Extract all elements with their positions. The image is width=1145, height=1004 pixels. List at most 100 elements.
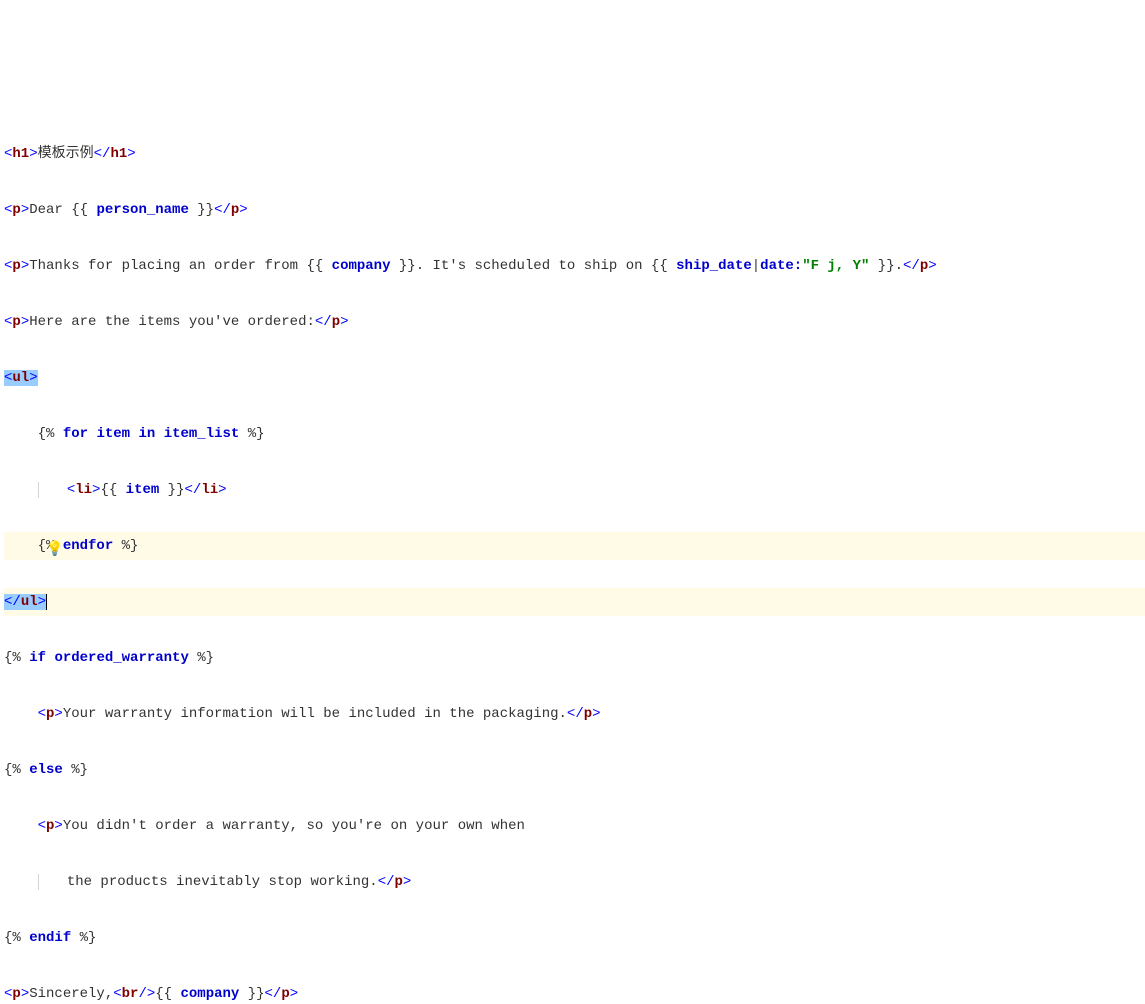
bracket: </ <box>265 986 282 1002</box>
code-line[interactable]: <li>{{ item }}</li> <box>4 476 1145 504</box>
tag-li-close: li <box>201 482 218 498</box>
bracket: </ <box>185 482 202 498</box>
keyword-if: if <box>29 650 46 666</box>
lightbulb-icon[interactable]: 💡 <box>46 536 63 564</box>
template-var: company <box>180 986 239 1002</box>
bracket: > <box>21 314 29 330</box>
tag-p-close: p <box>584 706 592 722</box>
tag-delim: %} <box>63 762 88 778</box>
bracket: </ <box>214 202 231 218</box>
code-line[interactable]: <p>Thanks for placing an order from {{ c… <box>4 252 1145 280</box>
keyword-endif: endif <box>29 930 71 946</box>
tag-delim: {% <box>38 426 63 442</box>
loop-list: item_list <box>164 426 240 442</box>
bracket: > <box>29 370 37 386</box>
text: Your warranty information will be includ… <box>63 706 567 722</box>
text: }}. <box>869 258 903 274</box>
text: Thanks for placing an order from {{ <box>29 258 331 274</box>
tag-p-close: p <box>920 258 928 274</box>
space <box>46 650 54 666</box>
text: Dear {{ <box>29 202 96 218</box>
template-var: person_name <box>96 202 188 218</box>
tag-p-open: p <box>12 314 20 330</box>
bracket: > <box>403 874 411 890</box>
bracket: </ <box>315 314 332 330</box>
bracket: </ <box>4 594 21 610</box>
code-line[interactable]: <p>You didn't order a warranty, so you'r… <box>4 812 1145 840</box>
code-line[interactable]: <p>Sincerely,<br/>{{ company }}</p> <box>4 980 1145 1004</box>
keyword-endfor: endfor <box>63 538 113 554</box>
bracket: </ <box>94 146 111 162</box>
tag-delim: %} <box>189 650 214 666</box>
keyword-for: for <box>63 426 88 442</box>
tag-delim: {% <box>4 650 29 666</box>
bracket: > <box>54 706 62 722</box>
tag-h1-open: h1 <box>12 146 29 162</box>
code-line[interactable]: the products inevitably stop working.</p… <box>4 868 1145 896</box>
code-line-current[interactable]: 💡 {% endfor %} <box>4 532 1145 560</box>
code-editor[interactable]: <h1>模板示例</h1> <p>Dear {{ person_name }}<… <box>0 112 1145 1004</box>
tag-p-open: p <box>12 258 20 274</box>
bracket: < <box>38 706 46 722</box>
tag-delim: {% <box>4 762 29 778</box>
tag-p-close: p <box>281 986 289 1002</box>
bracket: > <box>21 202 29 218</box>
text: {{ <box>155 986 180 1002</box>
text: }}. It's scheduled to ship on {{ <box>390 258 676 274</box>
tag-delim: %} <box>113 538 138 554</box>
bracket: > <box>340 314 348 330</box>
bracket: </ <box>567 706 584 722</box>
bracket: > <box>38 594 47 610</box>
text: {{ <box>100 482 125 498</box>
bracket: < <box>4 986 12 1002</box>
tag-p-open: p <box>46 818 54 834</box>
template-var: item <box>126 482 160 498</box>
bracket: > <box>592 706 600 722</box>
template-filter: date: <box>760 258 802 274</box>
loop-var: item <box>96 426 130 442</box>
heading-text: 模板示例 <box>38 146 94 162</box>
code-line[interactable]: {% if ordered_warranty %} <box>4 644 1145 672</box>
bracket: > <box>21 258 29 274</box>
bracket: > <box>290 986 298 1002</box>
bracket: /> <box>138 986 155 1002</box>
code-line[interactable]: <p>Dear {{ person_name }}</p> <box>4 196 1145 224</box>
template-var: ship_date <box>676 258 752 274</box>
text: }} <box>159 482 184 498</box>
tag-h1-close: h1 <box>110 146 127 162</box>
bracket: > <box>928 258 936 274</box>
text: You didn't order a warranty, so you're o… <box>63 818 525 834</box>
code-line[interactable]: {% for item in item_list %} <box>4 420 1145 448</box>
tag-p-open: p <box>12 986 20 1002</box>
tag-p-close: p <box>332 314 340 330</box>
filter-arg: "F j, Y" <box>802 258 869 274</box>
text: }} <box>189 202 214 218</box>
code-line[interactable]: {% endif %} <box>4 924 1145 952</box>
template-var: company <box>332 258 391 274</box>
bracket: > <box>127 146 135 162</box>
bracket: > <box>218 482 226 498</box>
pipe: | <box>752 258 760 274</box>
keyword-else: else <box>29 762 63 778</box>
tag-ul-open: ul <box>12 370 29 386</box>
tag-br: br <box>122 986 139 1002</box>
code-line[interactable]: <h1>模板示例</h1> <box>4 140 1145 168</box>
code-line[interactable]: {% else %} <box>4 756 1145 784</box>
bracket: > <box>29 146 37 162</box>
bracket: < <box>67 482 75 498</box>
tag-p-open: p <box>46 706 54 722</box>
code-line[interactable]: <p>Here are the items you've ordered:</p… <box>4 308 1145 336</box>
text: Sincerely, <box>29 986 113 1002</box>
code-line[interactable]: <p>Your warranty information will be inc… <box>4 700 1145 728</box>
bracket: > <box>21 986 29 1002</box>
code-line-current[interactable]: </ul> <box>4 588 1145 616</box>
bracket: < <box>38 818 46 834</box>
tag-ul-close: ul <box>21 594 38 610</box>
tag-p-open: p <box>12 202 20 218</box>
bracket: </ <box>378 874 395 890</box>
bracket: < <box>113 986 121 1002</box>
keyword-in: in <box>138 426 155 442</box>
bracket: </ <box>903 258 920 274</box>
code-line[interactable]: <ul> <box>4 364 1145 392</box>
bracket: > <box>239 202 247 218</box>
